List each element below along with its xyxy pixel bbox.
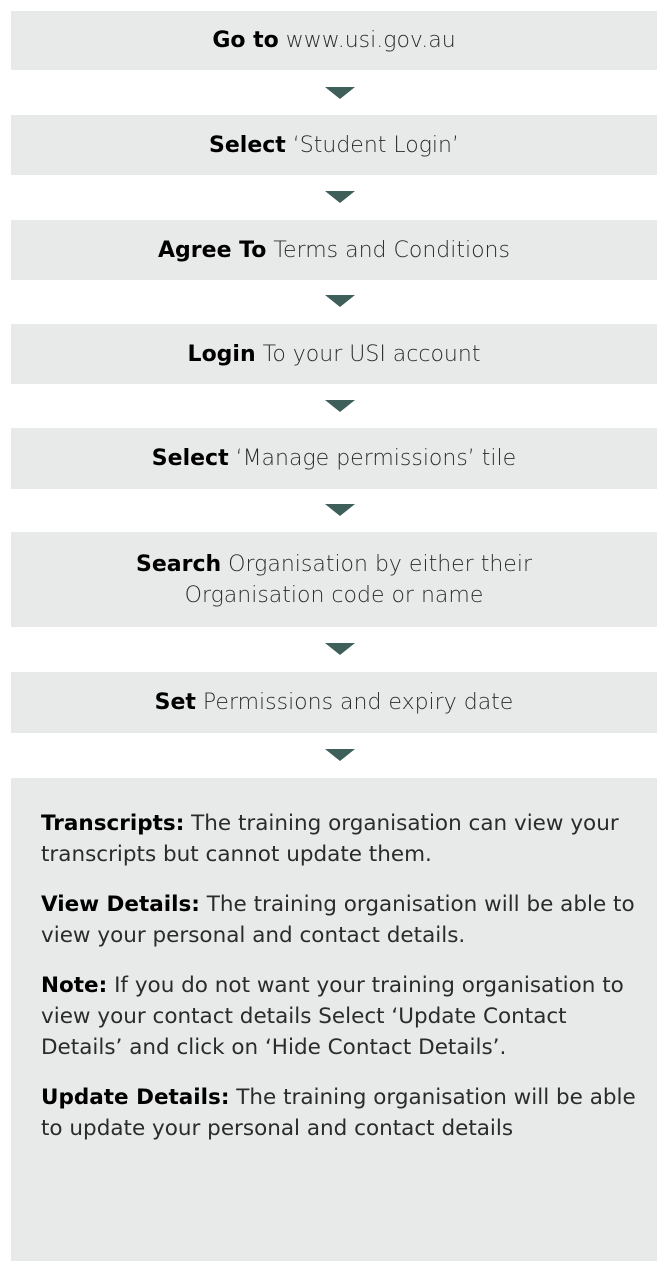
step-5-box: Select ‘Manage permissions’ tile — [11, 428, 657, 489]
step-6-text: Search Organisation by either their Orga… — [81, 549, 587, 611]
step-6-bold: Search — [136, 551, 222, 577]
step-1-bold: Go to — [212, 28, 279, 53]
info-view-details: View Details: The training organisation … — [41, 889, 637, 951]
step-5-text: Select ‘Manage permissions’ tile — [152, 443, 516, 474]
info-update-details-label: Update Details: — [41, 1085, 230, 1110]
info-note: Note: If you do not want your training o… — [41, 970, 637, 1063]
step-3-bold: Agree To — [158, 237, 267, 263]
step-6-rest: Organisation by either their Organisatio… — [184, 551, 532, 608]
step-2-text: Select ‘Student Login’ — [209, 130, 459, 161]
info-note-label: Note: — [41, 973, 108, 998]
info-note-text: If you do not want your training organis… — [41, 973, 624, 1060]
step-2-bold: Select — [209, 132, 286, 158]
flow-arrow-3 — [325, 295, 355, 307]
step-3-text: Agree To Terms and Conditions — [158, 235, 510, 266]
flow-arrow-1 — [325, 87, 355, 99]
info-update-details: Update Details: The training organisatio… — [41, 1082, 637, 1144]
step-7-rest: Permissions and expiry date — [195, 690, 514, 715]
flow-arrow-7 — [325, 749, 355, 761]
step-1-rest: www.usi.gov.au — [278, 28, 456, 53]
flow-arrow-6 — [325, 643, 355, 655]
step-6-box: Search Organisation by either their Orga… — [11, 532, 657, 627]
step-4-text: Login To your USI account — [188, 339, 481, 370]
step-5-bold: Select — [151, 446, 229, 471]
step-2-rest: ‘Student Login’ — [285, 132, 459, 158]
step-5-rest: ‘Manage permissions’ tile — [228, 446, 517, 471]
flow-arrow-5 — [325, 504, 355, 516]
info-view-details-label: View Details: — [41, 892, 200, 917]
flow-arrow-2 — [325, 191, 355, 203]
step-4-bold: Login — [187, 341, 256, 367]
step-1-text: Go to www.usi.gov.au — [212, 25, 455, 56]
step-2-box: Select ‘Student Login’ — [11, 115, 657, 175]
step-7-bold: Set — [154, 690, 196, 715]
step-7-box: Set Permissions and expiry date — [11, 672, 657, 733]
step-3-box: Agree To Terms and Conditions — [11, 220, 657, 280]
step-1-box: Go to www.usi.gov.au — [11, 11, 657, 70]
step-4-rest: To your USI account — [255, 341, 481, 367]
permissions-info-box: Transcripts: The training organisation c… — [11, 778, 657, 1261]
info-transcripts: Transcripts: The training organisation c… — [41, 808, 637, 870]
step-7-text: Set Permissions and expiry date — [155, 687, 514, 718]
step-4-box: Login To your USI account — [11, 324, 657, 384]
step-3-rest: Terms and Conditions — [266, 237, 510, 263]
flow-arrow-4 — [325, 400, 355, 412]
info-transcripts-label: Transcripts: — [41, 811, 185, 836]
